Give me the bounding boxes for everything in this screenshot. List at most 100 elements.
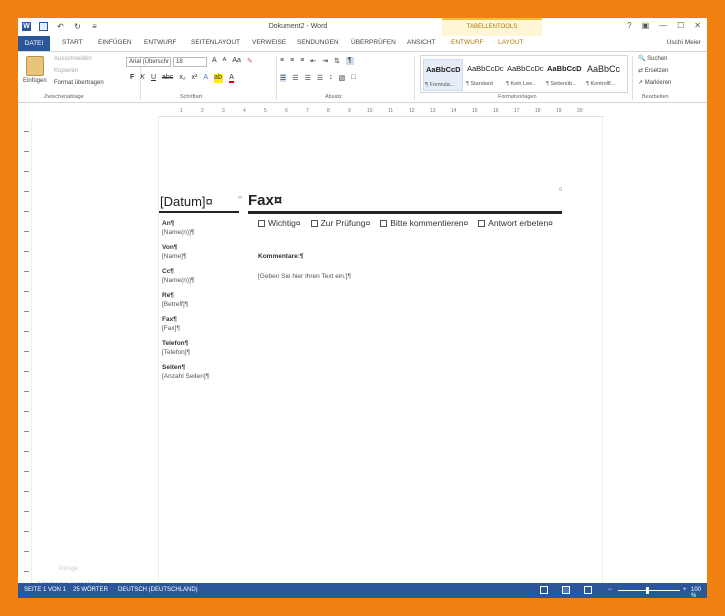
checkbox-zur-pruefung[interactable]: Zur Prüfung¤ <box>310 218 370 228</box>
field-value-cc[interactable]: [Name(n)]¶ <box>162 277 194 284</box>
word-count[interactable]: 25 WÖRTER <box>73 587 108 593</box>
watermark-small: Vorlage <box>58 566 79 572</box>
tab-tabelle-entwurf[interactable]: ENTWURF <box>451 39 484 46</box>
clipboard-group-label: Zwischenablage <box>44 94 84 100</box>
zoom-slider-thumb[interactable] <box>646 587 649 594</box>
date-field[interactable]: [Datum]¤ <box>160 194 213 209</box>
style-standard[interactable]: AaBbCcDc ¶ Standard <box>465 59 505 91</box>
replace-button[interactable]: ⇄ Ersetzen <box>638 67 668 74</box>
styles-group-label: Formatvorlagen <box>498 94 537 100</box>
close-icon[interactable]: ✕ <box>694 21 701 30</box>
checkbox-row: Wichtig¤ Zur Prüfung¤ Bitte kommentieren… <box>258 218 553 228</box>
tab-seitenlayout[interactable]: SEITENLAYOUT <box>191 39 240 46</box>
checkbox-antwort-erbeten[interactable]: Antwort erbeten¤ <box>478 218 553 228</box>
paragraph-group-label: Absatz <box>325 94 342 100</box>
status-bar: SEITE 1 VON 1 25 WÖRTER DEUTSCH (DEUTSCH… <box>18 583 707 598</box>
tab-ansicht[interactable]: ANSICHT <box>407 39 436 46</box>
tab-start[interactable]: START <box>62 39 83 46</box>
tab-einfuegen[interactable]: EINFÜGEN <box>98 39 132 46</box>
checkbox-wichtig[interactable]: Wichtig¤ <box>258 218 301 228</box>
field-value-von[interactable]: [Name]¶ <box>162 253 186 260</box>
help-icon[interactable]: ? <box>627 21 631 30</box>
zoom-out-icon[interactable]: − <box>608 587 612 593</box>
minimize-icon[interactable]: — <box>659 21 667 30</box>
style-formular[interactable]: AaBbCcD ¶ Formula... <box>423 59 463 91</box>
align-left-icon[interactable]: ☰ <box>280 74 287 82</box>
comments-placeholder[interactable]: [Geben Sie hier Ihren Text ein.]¶ <box>258 273 351 280</box>
field-label-telefon: Telefon¶ <box>162 340 189 347</box>
align-center-icon[interactable]: ☰ <box>292 74 298 82</box>
cut-button[interactable]: Ausschneiden <box>54 56 92 62</box>
superscript-button[interactable]: x² <box>192 74 198 83</box>
fax-title[interactable]: Fax¤ <box>248 192 282 209</box>
grow-font-button[interactable]: A <box>212 57 217 65</box>
subscript-button[interactable]: x₂ <box>179 74 185 83</box>
clear-format-icon[interactable]: ✎ <box>247 57 253 65</box>
field-value-an[interactable]: [Name(n)]¶ <box>162 229 194 236</box>
shading-icon[interactable]: ▧ <box>339 74 346 82</box>
zoom-slider[interactable] <box>618 590 680 591</box>
text-effects-button[interactable]: A <box>203 74 208 83</box>
field-value-re[interactable]: [Betreff]¶ <box>162 301 188 308</box>
numbering-icon[interactable]: ≡ <box>290 57 294 65</box>
style-kein-leerraum[interactable]: AaBbCcDc ¶ Kein Lee... <box>505 59 545 91</box>
change-case-button[interactable]: Aa <box>232 57 241 65</box>
tab-ueberpruefen[interactable]: ÜBERPRÜFEN <box>351 39 396 46</box>
checkbox-icon <box>258 219 265 227</box>
field-value-fax[interactable]: [Fax]¶ <box>162 325 180 332</box>
line-spacing-icon[interactable]: ↕ <box>329 74 333 82</box>
user-name[interactable]: Uschi Meier <box>667 39 701 46</box>
ribbon-display-icon[interactable]: ▣ <box>642 21 650 30</box>
multilevel-list-icon[interactable]: ≡ <box>300 57 304 65</box>
bold-button[interactable]: F <box>130 74 134 83</box>
highlight-button[interactable]: ab <box>214 74 224 83</box>
justify-icon[interactable]: ☰ <box>317 74 323 82</box>
field-value-seiten[interactable]: [Anzahl Seiten]¶ <box>162 373 209 380</box>
maximize-icon[interactable]: ☐ <box>677 21 684 30</box>
document-workspace: 1 2 3 4 5 6 7 8 9 10 11 12 13 14 15 16 1… <box>18 103 707 589</box>
font-size-combo[interactable]: 18 <box>173 57 207 67</box>
style-seitenueberschrift[interactable]: AaBbCcD ¶ Seitenüb... <box>545 59 585 91</box>
tab-verweise[interactable]: VERWEISE <box>252 39 286 46</box>
sort-icon[interactable]: ⇅ <box>334 57 340 65</box>
zoom-level[interactable]: 100 % <box>691 587 707 598</box>
style-kontrollfeld[interactable]: AaBbCc ¶ Kontrollf... <box>585 59 625 91</box>
borders-icon[interactable]: □ <box>351 74 355 82</box>
increase-indent-icon[interactable]: ⇥ <box>322 57 328 65</box>
search-button[interactable]: 🔍 Suchen <box>638 55 668 62</box>
checkbox-bitte-kommentieren[interactable]: Bitte kommentieren¤ <box>380 218 468 228</box>
decrease-indent-icon[interactable]: ⇤ <box>310 57 316 65</box>
cell-marker-icon: ∞ <box>238 195 243 201</box>
tab-entwurf[interactable]: ENTWURF <box>144 39 177 46</box>
select-button[interactable]: ↗ Markieren <box>638 79 671 86</box>
vertical-ruler[interactable] <box>20 121 32 583</box>
print-layout-icon[interactable] <box>562 586 570 594</box>
bullets-icon[interactable]: ≡ <box>280 57 284 65</box>
font-name-combo[interactable]: Arial (Überschr <box>126 57 171 67</box>
page-count[interactable]: SEITE 1 VON 1 <box>24 587 66 593</box>
font-color-button[interactable]: A <box>229 74 234 83</box>
shrink-font-button[interactable]: A <box>223 57 227 65</box>
italic-button[interactable]: K <box>140 74 145 83</box>
show-formatting-button[interactable]: ¶ <box>345 57 354 65</box>
format-painter-button[interactable]: Format übertragen <box>54 80 104 86</box>
paste-icon[interactable] <box>26 56 44 76</box>
horizontal-ruler[interactable]: 1 2 3 4 5 6 7 8 9 10 11 12 13 14 15 16 1… <box>158 105 603 117</box>
zoom-in-icon[interactable]: + <box>683 587 687 593</box>
copy-button[interactable]: Kopieren <box>54 68 78 74</box>
underline-button[interactable]: U <box>151 74 156 83</box>
field-value-telefon[interactable]: [Telefon]¶ <box>162 349 190 356</box>
document-page[interactable]: [Datum]¤ ∞ Fax¤ ¤ An¶ [Name(n)]¶ Von¶ [N… <box>158 117 603 587</box>
read-mode-icon[interactable] <box>540 586 548 594</box>
editing-group-label: Bearbeiten <box>642 94 669 100</box>
paste-button[interactable]: Einfügen <box>23 78 47 84</box>
tab-sendungen[interactable]: SENDUNGEN <box>297 39 339 46</box>
word-window: W ↶ ↻ ≡ Dokument2 - Word TABELLENTOOLS ?… <box>18 18 707 598</box>
web-layout-icon[interactable] <box>584 586 592 594</box>
tab-datei[interactable]: DATEI <box>18 36 50 51</box>
checkbox-icon <box>380 219 388 227</box>
language-indicator[interactable]: DEUTSCH (DEUTSCHLAND) <box>118 587 198 593</box>
strikethrough-button[interactable]: abc <box>162 74 173 83</box>
align-right-icon[interactable]: ☰ <box>305 74 311 82</box>
tab-tabelle-layout[interactable]: LAYOUT <box>498 39 524 46</box>
